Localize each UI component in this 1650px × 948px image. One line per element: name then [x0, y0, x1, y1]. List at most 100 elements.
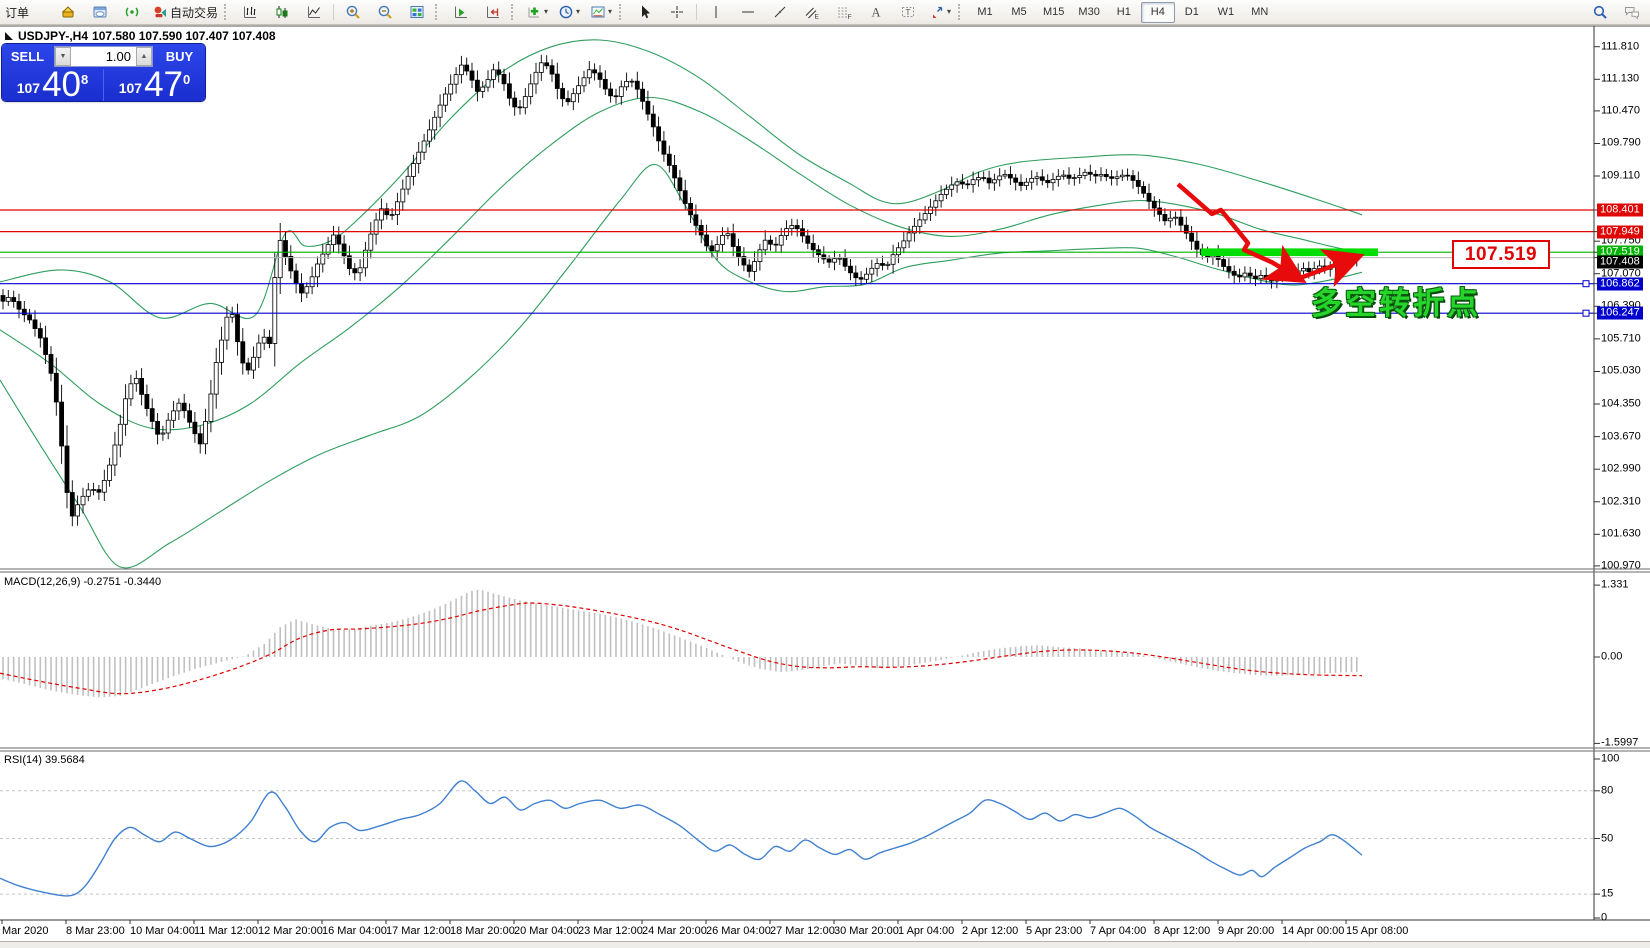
- hline-handle[interactable]: [1583, 281, 1589, 287]
- timeframe-button-h1[interactable]: H1: [1107, 2, 1141, 23]
- arrows-button[interactable]: ▾: [924, 1, 956, 24]
- date-tick-label: 9 Apr 20:00: [1218, 925, 1274, 937]
- volume-decrease-button[interactable]: ▼: [55, 47, 71, 66]
- volume-input[interactable]: 1.00: [71, 47, 136, 66]
- price-tick-label: 109.790: [1601, 137, 1641, 150]
- date-tick-label: 17 Mar 12:00: [386, 925, 451, 937]
- vline-icon: [708, 4, 724, 20]
- line-chart-button[interactable]: [298, 1, 330, 24]
- channel-icon: E: [804, 4, 820, 20]
- fibonacci-button[interactable]: F: [828, 1, 860, 24]
- chat-button[interactable]: [1616, 1, 1648, 24]
- timeframe-button-w1[interactable]: W1: [1209, 2, 1243, 23]
- price-tick-label: 110.470: [1601, 105, 1640, 118]
- rsi-tick-label: 50: [1601, 833, 1613, 846]
- signal-icon: [124, 4, 140, 20]
- bollinger-lower-band: [0, 164, 1362, 567]
- equidistant-channel-button[interactable]: E: [796, 1, 828, 24]
- current-price-label: 107.408: [1597, 256, 1643, 269]
- sell-price-base: 107: [17, 80, 40, 96]
- date-tick-label: 26 Mar 04:00: [706, 925, 771, 937]
- autoscroll-icon: [453, 4, 469, 20]
- macd-indicator-label: MACD(12,26,9) -0.2751 -0.3440: [4, 576, 161, 588]
- price-tick-label: 104.350: [1601, 398, 1641, 411]
- tline-icon: [772, 4, 788, 20]
- zoomout-icon: [377, 4, 393, 20]
- chart-shift-button[interactable]: [477, 1, 509, 24]
- date-tick-label: 23 Mar 12:00: [578, 925, 643, 937]
- hline-price-label: 106.862: [1597, 278, 1643, 291]
- chart-window-icon[interactable]: [84, 1, 116, 24]
- volume-increase-button[interactable]: ▲: [136, 47, 152, 66]
- signal-icon[interactable]: [116, 1, 148, 24]
- price-tick-label: 102.990: [1601, 463, 1641, 476]
- chevron-down-icon: ▾: [947, 8, 951, 16]
- date-tick-label: 2 Apr 12:00: [962, 925, 1018, 937]
- search-button[interactable]: [1584, 1, 1616, 24]
- horizontal-line-button[interactable]: [732, 1, 764, 24]
- date-tick-label: 18 Mar 20:00: [450, 925, 515, 937]
- svg-text:A: A: [872, 6, 881, 20]
- timeframe-button-m1[interactable]: M1: [968, 2, 1002, 23]
- toolbar-separator: [696, 4, 697, 20]
- textA-icon: A: [868, 4, 884, 20]
- gold-box-icon[interactable]: [52, 1, 84, 24]
- date-tick-label: 11 Mar 12:00: [194, 925, 258, 937]
- text-button[interactable]: A: [860, 1, 892, 24]
- highlight-rectangle[interactable]: [1201, 248, 1378, 256]
- chevron-down-icon: ▾: [608, 8, 612, 16]
- cursor-icon: [637, 4, 653, 20]
- chart-canvas[interactable]: [0, 0, 1650, 947]
- zoom-out-button[interactable]: [369, 1, 401, 24]
- annotation-text: 多空转折点: [1311, 278, 1481, 323]
- candlestick-chart-button[interactable]: [266, 1, 298, 24]
- chevron-down-icon: ▾: [544, 8, 548, 16]
- candles-icon: [274, 4, 290, 20]
- tile-windows-button[interactable]: [401, 1, 433, 24]
- new-order-button[interactable]: 新订单: [2, 1, 52, 24]
- chevron-down-icon: ▾: [576, 8, 580, 16]
- hline-price-label: 107.949: [1597, 226, 1643, 239]
- autotrading-button[interactable]: 自动交易: [148, 1, 222, 24]
- timeframe-button-m5[interactable]: M5: [1002, 2, 1036, 23]
- crosshair-button[interactable]: [661, 1, 693, 24]
- bar-chart-button[interactable]: [234, 1, 266, 24]
- tiles-icon: [409, 4, 425, 20]
- macd-tick-label: 1.331: [1601, 579, 1629, 592]
- timeframe-button-m15[interactable]: M15: [1036, 2, 1071, 23]
- template-icon: [590, 4, 606, 20]
- vertical-line-button[interactable]: [700, 1, 732, 24]
- chart-corner-icon: [4, 31, 14, 41]
- crosshair-icon: [669, 4, 685, 20]
- auto-scroll-button[interactable]: [445, 1, 477, 24]
- cursor-button[interactable]: [629, 1, 661, 24]
- rsi-tick-label: 0: [1601, 912, 1607, 925]
- price-callout-label[interactable]: 107.519: [1452, 240, 1550, 269]
- chat-icon: [1624, 4, 1640, 20]
- buy-price-big: 47: [144, 70, 183, 99]
- hline-price-label: 106.247: [1597, 307, 1643, 320]
- timeframe-button-d1[interactable]: D1: [1175, 2, 1209, 23]
- zoom-in-button[interactable]: [337, 1, 369, 24]
- date-tick-label: 20 Mar 04:00: [514, 925, 579, 937]
- gold-icon: [60, 4, 76, 20]
- zoomin-icon: [345, 4, 361, 20]
- bollinger-middle-band: [0, 98, 1362, 430]
- text-label-button[interactable]: T: [892, 1, 924, 24]
- hline-handle[interactable]: [1583, 310, 1589, 316]
- buy-price-button[interactable]: 107 47 0: [103, 69, 205, 101]
- trendline-button[interactable]: [764, 1, 796, 24]
- templates-button[interactable]: ▾: [585, 1, 617, 24]
- date-tick-label: 10 Mar 04:00: [130, 925, 195, 937]
- candlestick-series: [1, 55, 1359, 526]
- timeframe-button-h4[interactable]: H4: [1141, 2, 1175, 23]
- price-tick-label: 103.670: [1601, 431, 1641, 444]
- timeframe-button-m30[interactable]: M30: [1071, 2, 1106, 23]
- macd-signal-line: [0, 603, 1362, 694]
- buy-price-pip: 0: [183, 72, 190, 87]
- indicators-button[interactable]: ▾: [521, 1, 553, 24]
- timeframe-button-mn[interactable]: MN: [1243, 2, 1277, 23]
- sell-price-button[interactable]: 107 40 8: [2, 69, 103, 101]
- periods-button[interactable]: ▾: [553, 1, 585, 24]
- price-tick-label: 111.810: [1601, 41, 1639, 54]
